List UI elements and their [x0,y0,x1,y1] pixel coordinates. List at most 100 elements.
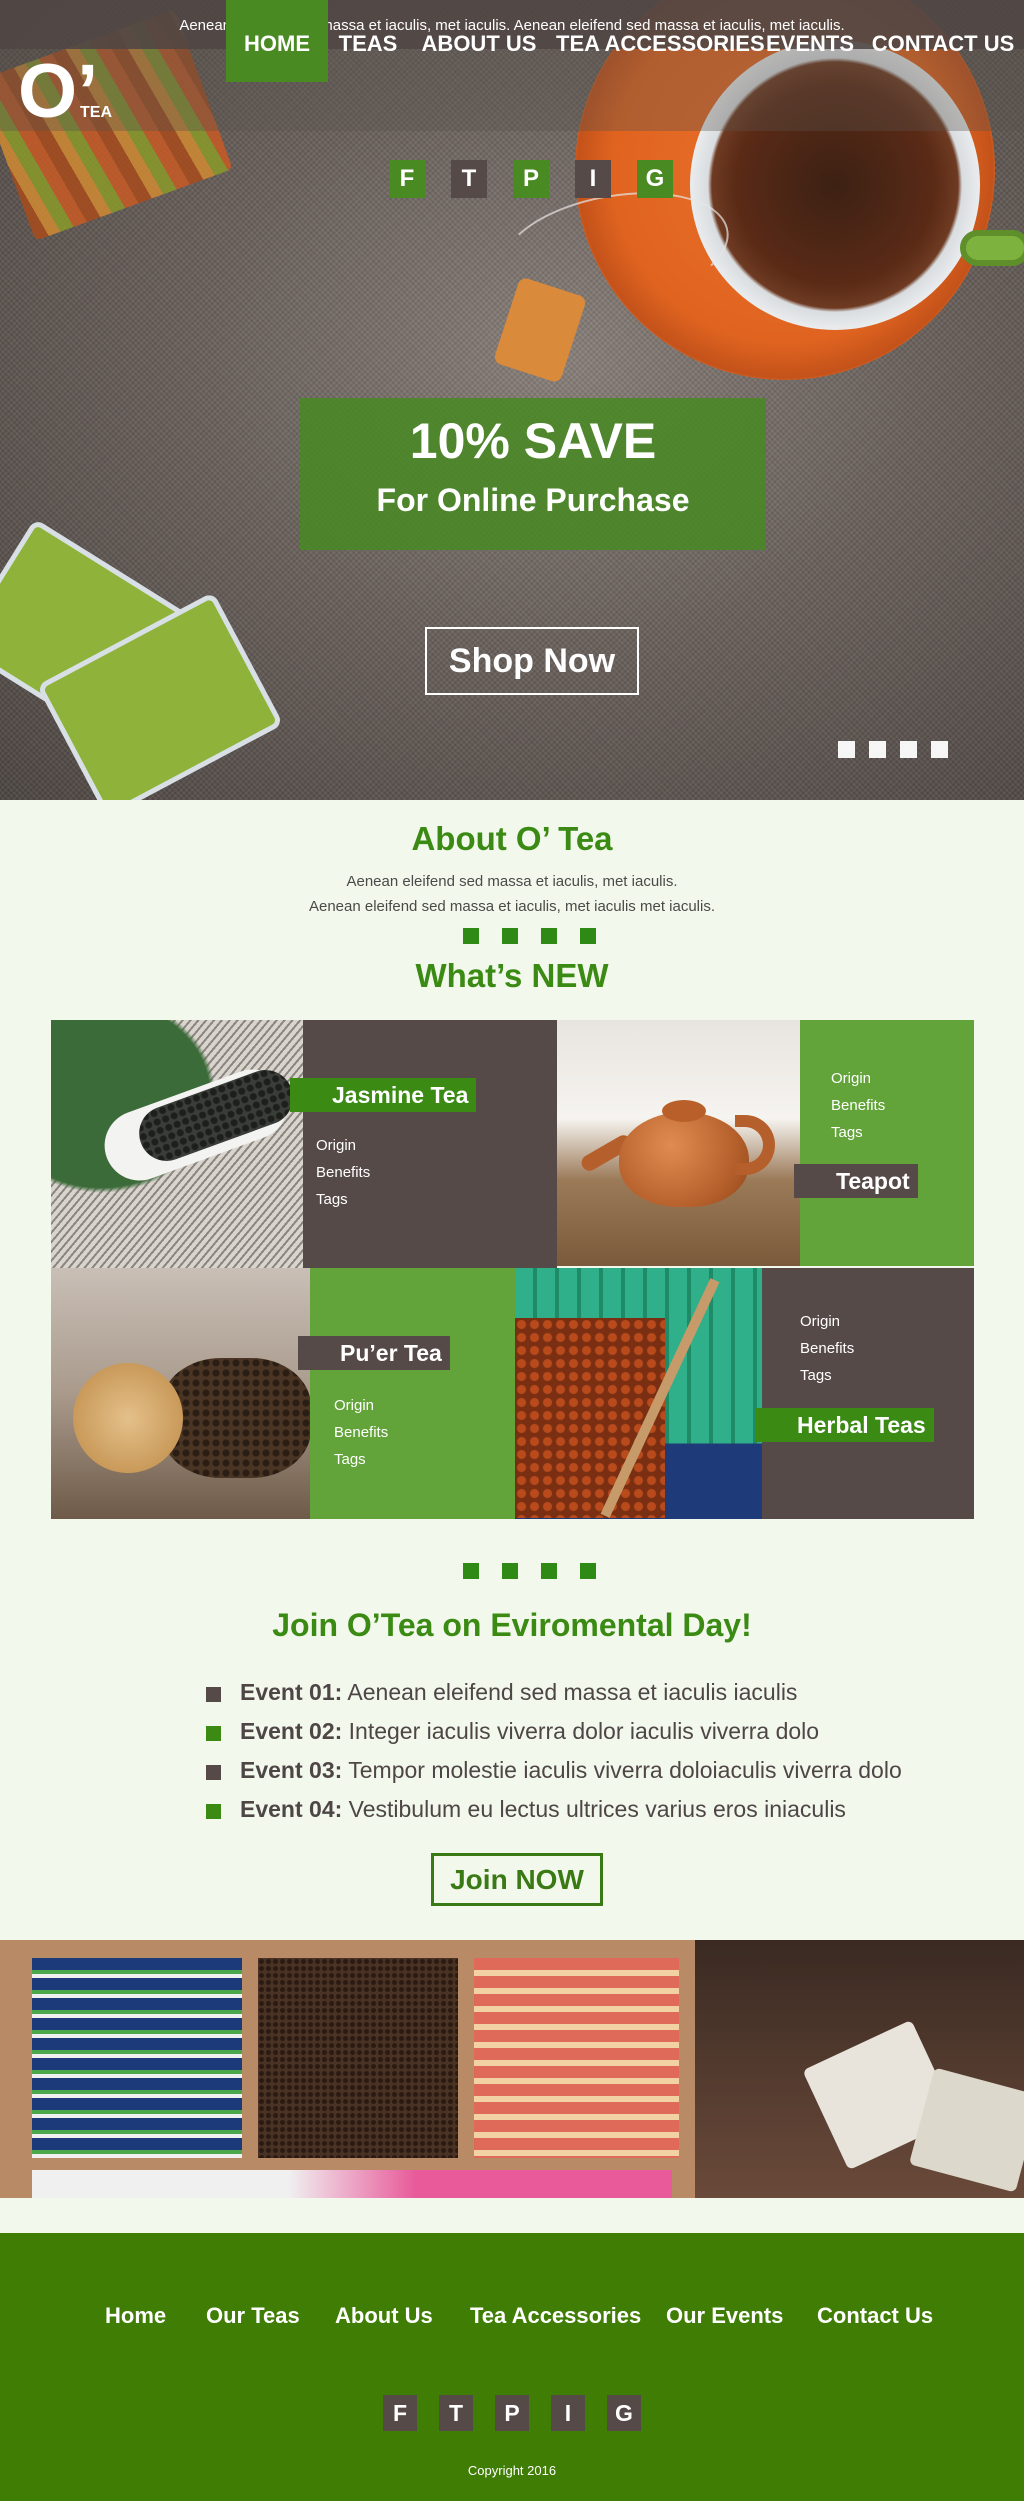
photo-compartment [258,1958,458,2158]
link-origin[interactable]: Origin [334,1392,388,1419]
social-links: F T P I G [389,160,673,198]
link-origin[interactable]: Origin [316,1132,370,1159]
jasmine-tea-photo[interactable] [51,1020,303,1268]
footer-nav-contact-us[interactable]: Contact Us [817,2303,933,2329]
footer-nav-our-events[interactable]: Our Events [666,2303,783,2329]
nav-teas[interactable]: TEAS [328,0,408,82]
google-icon[interactable]: G [607,2395,641,2431]
promo-subheadline: For Online Purchase [376,482,690,518]
slider-dot[interactable] [869,741,886,758]
event-text: Event 02: Integer iaculis viverra dolor … [240,1712,819,1751]
jasmine-tea-info: Origin Benefits Tags [303,1020,557,1268]
jasmine-tea-label[interactable]: Jasmine Tea [290,1078,477,1112]
divider-square [580,1563,596,1579]
join-now-button[interactable]: Join NOW [431,1853,603,1906]
divider-square [541,928,557,944]
footer-nav-home[interactable]: Home [105,2303,166,2329]
link-benefits[interactable]: Benefits [800,1335,854,1362]
event-item: Event 02: Integer iaculis viverra dolor … [206,1712,906,1751]
instagram-icon[interactable]: I [551,2395,585,2431]
teapot-links: Origin Benefits Tags [831,1065,885,1146]
slider-dots [838,741,948,758]
events-list: Event 01: Aenean eleifend sed massa et i… [206,1673,906,1829]
teapot-info: Origin Benefits Tags [800,1020,974,1266]
bullet-icon [206,1726,221,1741]
link-origin[interactable]: Origin [800,1308,854,1335]
nav-about-us[interactable]: ABOUT US [418,0,540,82]
event-text: Event 04: Vestibulum eu lectus ultrices … [240,1790,846,1829]
footer-nav-about-us[interactable]: About Us [335,2303,433,2329]
nav-home[interactable]: HOME [226,0,328,82]
slider-dot[interactable] [838,741,855,758]
puer-tea-links: Origin Benefits Tags [334,1392,388,1473]
slider-dot[interactable] [931,741,948,758]
about-line-1: Aenean eleifend sed massa et iaculis, me… [346,873,678,890]
link-tags[interactable]: Tags [800,1362,854,1389]
footer-nav-tea-accessories[interactable]: Tea Accessories [470,2303,641,2329]
google-icon[interactable]: G [637,160,673,198]
link-tags[interactable]: Tags [334,1446,388,1473]
pinterest-icon[interactable]: P [513,160,549,198]
teapot-label[interactable]: Teapot [794,1164,918,1198]
link-benefits[interactable]: Benefits [831,1092,885,1119]
photo-compartment [32,2170,672,2198]
link-tags[interactable]: Tags [316,1186,370,1213]
divider-square [502,928,518,944]
photo-leaves [161,1358,310,1478]
event-label: Event 04: [240,1796,343,1822]
footer-nav-our-teas[interactable]: Our Teas [206,2303,300,2329]
logo-word: TEA [80,104,112,121]
slider-dot[interactable] [900,741,917,758]
about-line-2: Aenean eleifend sed massa et iaculis, me… [308,898,716,915]
events-title: Join O’Tea on Eviromental Day! [272,1607,752,1643]
nav-events[interactable]: EVENTS [764,0,856,82]
divider-square [502,1563,518,1579]
event-description: Integer iaculis viverra dolor iaculis vi… [348,1718,820,1744]
copyright-text: Copyright 2016 [467,2463,557,2478]
pinterest-icon[interactable]: P [495,2395,529,2431]
divider-square [580,928,596,944]
event-text: Event 03: Tempor molestie iaculis viverr… [240,1751,902,1790]
puer-tea-label[interactable]: Pu’er Tea [298,1336,450,1370]
link-benefits[interactable]: Benefits [316,1159,370,1186]
bullet-icon [206,1804,221,1819]
instagram-icon[interactable]: I [575,160,611,198]
photo-herbal-mix [515,1318,665,1518]
bullet-icon [206,1687,221,1702]
logo[interactable]: O’ TEA [18,54,112,130]
about-title: About O’ Tea [411,820,613,857]
whats-new-title: What’s NEW [415,957,609,994]
shop-now-button[interactable]: Shop Now [425,627,639,695]
event-description: Aenean eleifend sed massa et iaculis iac… [347,1679,798,1705]
event-item: Event 03: Tempor molestie iaculis viverr… [206,1751,906,1790]
promo-headline: 10% SAVE [409,413,657,469]
hero-photo-tea-tag [492,276,588,384]
event-label: Event 02: [240,1718,343,1744]
herbal-teas-label[interactable]: Herbal Teas [755,1408,934,1442]
facebook-icon[interactable]: F [383,2395,417,2431]
event-item: Event 01: Aenean eleifend sed massa et i… [206,1673,906,1712]
tea-box-photo [0,1940,1024,2198]
link-benefits[interactable]: Benefits [334,1419,388,1446]
teapot-photo[interactable] [557,1020,800,1266]
divider-square [541,1563,557,1579]
divider-square [463,1563,479,1579]
herbal-teas-info: Origin Benefits Tags [762,1268,974,1519]
footer: Home Our Teas About Us Tea Accessories O… [0,2233,1024,2501]
twitter-icon[interactable]: T [451,160,487,198]
promo-box: 10% SAVE For Online Purchase [300,398,766,550]
bullet-icon [206,1765,221,1780]
nav-tea-accessories[interactable]: TEA ACCESSORIES [556,0,765,82]
nav-contact-us[interactable]: CONTACT US [868,0,1018,82]
link-tags[interactable]: Tags [831,1119,885,1146]
section-divider [463,1563,596,1579]
puer-tea-photo[interactable] [51,1268,310,1519]
link-origin[interactable]: Origin [831,1065,885,1092]
facebook-icon[interactable]: F [389,160,425,198]
twitter-icon[interactable]: T [439,2395,473,2431]
herbal-teas-photo[interactable] [515,1268,762,1519]
event-item: Event 04: Vestibulum eu lectus ultrices … [206,1790,906,1829]
herbal-teas-links: Origin Benefits Tags [800,1308,854,1389]
photo-lid [57,1347,199,1489]
event-description: Vestibulum eu lectus ultrices varius ero… [348,1796,846,1822]
